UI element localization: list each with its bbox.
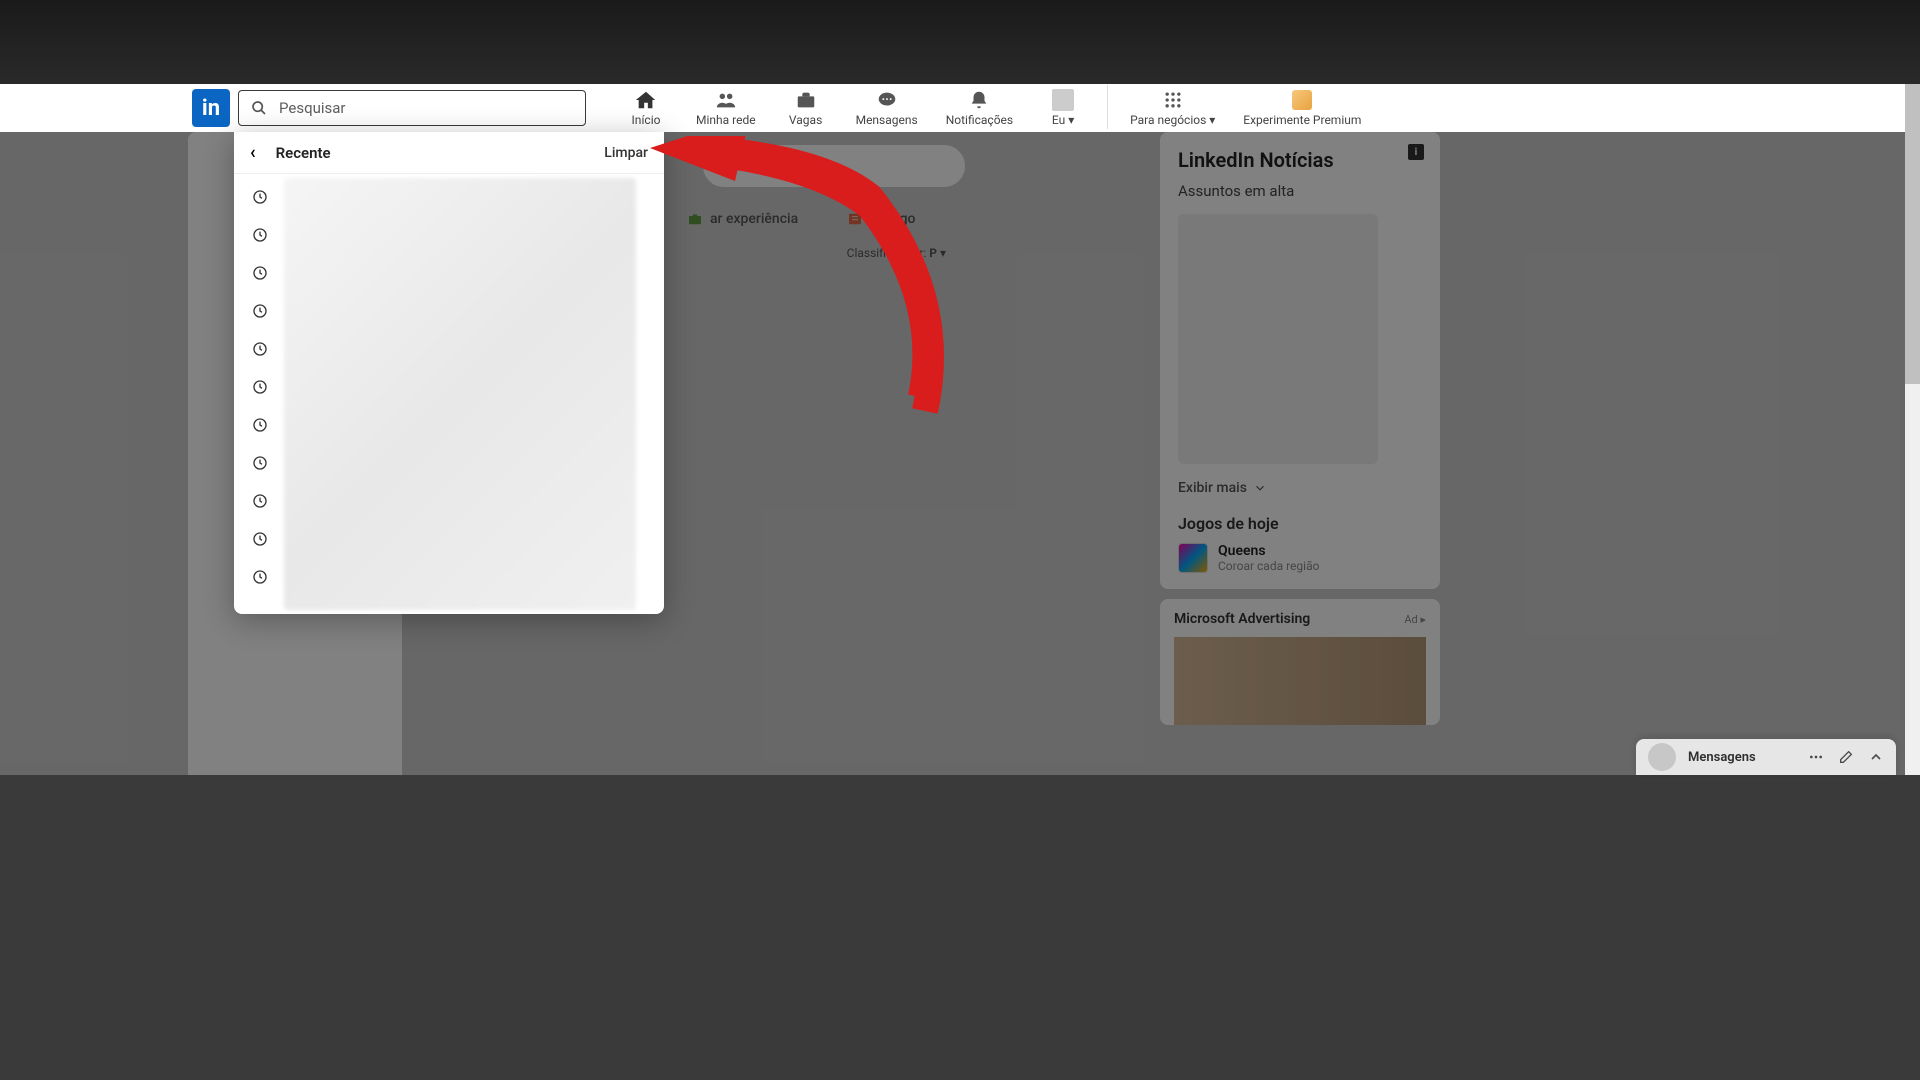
clock-icon bbox=[252, 189, 268, 205]
nav-business[interactable]: Para negócios ▾ bbox=[1116, 85, 1229, 131]
clock-icon bbox=[252, 569, 268, 585]
message-icon bbox=[876, 89, 898, 111]
clock-icon bbox=[252, 227, 268, 243]
clock-icon bbox=[252, 379, 268, 395]
network-icon bbox=[715, 89, 737, 111]
msg-dock-label: Mensagens bbox=[1688, 750, 1796, 765]
bell-icon bbox=[968, 89, 990, 111]
nav-premium[interactable]: Experimente Premium bbox=[1229, 85, 1375, 131]
grid-icon bbox=[1162, 89, 1184, 111]
msg-avatar bbox=[1648, 743, 1676, 771]
nav-messaging[interactable]: Mensagens bbox=[842, 85, 932, 131]
clock-icon bbox=[252, 265, 268, 281]
nav-divider bbox=[1107, 85, 1108, 129]
page-scrollbar[interactable] bbox=[1905, 84, 1920, 775]
briefcase-icon bbox=[795, 89, 817, 111]
avatar-icon bbox=[1052, 89, 1074, 111]
nav-jobs-label: Vagas bbox=[789, 113, 822, 127]
dropdown-body[interactable] bbox=[234, 174, 664, 614]
nav-network-label: Minha rede bbox=[696, 113, 756, 127]
clock-icon bbox=[252, 417, 268, 433]
nav-network[interactable]: Minha rede bbox=[682, 85, 770, 131]
nav-me[interactable]: Eu ▾ bbox=[1027, 85, 1099, 131]
nav-home-label: Início bbox=[632, 113, 661, 127]
nav-premium-label: Experimente Premium bbox=[1243, 113, 1361, 127]
nav-business-label: Para negócios ▾ bbox=[1130, 113, 1215, 127]
messaging-dock[interactable]: Mensagens bbox=[1636, 739, 1896, 775]
clock-icon bbox=[252, 341, 268, 357]
chevron-up-icon[interactable] bbox=[1868, 749, 1884, 765]
nav-messaging-label: Mensagens bbox=[856, 113, 918, 127]
letterbox-bottom bbox=[0, 775, 1920, 1080]
compose-icon[interactable] bbox=[1838, 749, 1854, 765]
linkedin-logo[interactable]: in bbox=[192, 89, 230, 127]
nav-notifications-label: Notificações bbox=[946, 113, 1013, 127]
nav-notifications[interactable]: Notificações bbox=[932, 85, 1027, 131]
clock-icon bbox=[252, 493, 268, 509]
letterbox-top bbox=[0, 0, 1920, 84]
dropdown-header: ‹ Recente Limpar bbox=[234, 132, 664, 174]
home-icon bbox=[635, 89, 657, 111]
clock-icon bbox=[252, 455, 268, 471]
clear-history-button[interactable]: Limpar bbox=[604, 145, 648, 161]
dropdown-title: Recente bbox=[276, 144, 605, 162]
premium-icon bbox=[1291, 89, 1313, 111]
more-icon[interactable] bbox=[1808, 749, 1824, 765]
scrollbar-thumb[interactable] bbox=[1905, 84, 1920, 384]
history-blur-overlay bbox=[284, 178, 636, 610]
search-history-dropdown: ‹ Recente Limpar bbox=[234, 132, 664, 614]
search-box-container bbox=[238, 90, 586, 126]
nav-home[interactable]: Início bbox=[610, 85, 682, 131]
clock-icon bbox=[252, 531, 268, 547]
nav-jobs[interactable]: Vagas bbox=[770, 85, 842, 131]
search-icon bbox=[251, 100, 267, 116]
top-navigation-bar: in Início Minha rede Vagas Mensagens bbox=[0, 84, 1920, 132]
clock-icon bbox=[252, 303, 268, 319]
back-button[interactable]: ‹ bbox=[250, 142, 256, 163]
search-input[interactable] bbox=[279, 91, 577, 125]
primary-nav: Início Minha rede Vagas Mensagens Notifi… bbox=[610, 85, 1375, 131]
nav-me-label: Eu ▾ bbox=[1052, 113, 1074, 127]
